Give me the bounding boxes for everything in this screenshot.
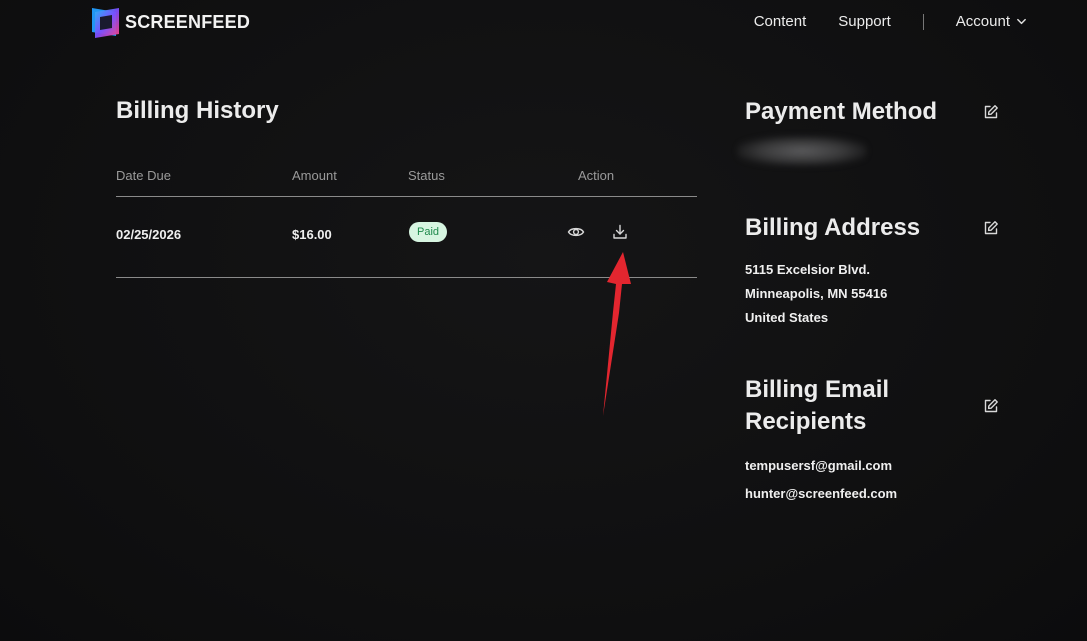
payment-method-section: Payment Method xyxy=(737,96,1005,166)
billing-history-title: Billing History xyxy=(116,97,279,124)
row-amount: $16.00 xyxy=(292,227,332,242)
address-line-1: 5115 Excelsior Blvd. xyxy=(745,262,871,277)
column-amount: Amount xyxy=(292,168,337,183)
billing-history-section: Billing History Date Due Amount Status A… xyxy=(116,96,697,278)
billing-email-title: Billing Email Recipients xyxy=(745,376,890,435)
nav-divider xyxy=(922,13,924,30)
edit-icon xyxy=(984,105,998,119)
account-menu[interactable]: Account xyxy=(956,13,1027,30)
edit-billing-email-button[interactable] xyxy=(983,398,999,414)
screenfeed-logo[interactable]: SCREENFEED xyxy=(92,6,250,39)
row-date-due: 02/25/2026 xyxy=(116,227,182,242)
billing-page: SCREENFEED Content Support Account Billi… xyxy=(0,0,1087,641)
download-icon xyxy=(613,224,627,239)
address-line-2: Minneapolis, MN 55416 xyxy=(745,286,888,301)
download-invoice-button[interactable] xyxy=(611,223,629,241)
nav-content-link[interactable]: Content xyxy=(754,13,807,30)
billing-address-section: Billing Address 5115 Excelsior Blvd. Min… xyxy=(745,212,1005,330)
billing-email-item: tempusersf@gmail.com xyxy=(745,458,893,473)
brand-name: SCREENFEED xyxy=(125,12,251,32)
address-line-3: United States xyxy=(745,310,829,325)
top-nav: Content Support Account xyxy=(754,13,1027,30)
column-status: Status xyxy=(408,168,445,183)
edit-billing-address-button[interactable] xyxy=(983,220,999,236)
screenfeed-logo-icon xyxy=(92,8,119,38)
table-header: Date Due Amount Status Action xyxy=(116,164,697,197)
table-row: 02/25/2026 $16.00 Paid xyxy=(116,197,697,278)
payment-method-title: Payment Method xyxy=(745,98,938,125)
edit-icon xyxy=(984,221,998,235)
billing-email-section: Billing Email Recipients tempusersf@gmai… xyxy=(745,374,1005,508)
account-label: Account xyxy=(955,13,1010,30)
eye-icon xyxy=(567,227,585,237)
nav-support-link[interactable]: Support xyxy=(838,13,891,30)
column-action: Action xyxy=(578,168,615,183)
billing-email-list: tempusersf@gmail.com hunter@screenfeed.c… xyxy=(745,452,1005,508)
edit-icon xyxy=(984,399,998,413)
billing-address-title: Billing Address xyxy=(745,214,921,241)
chevron-down-icon xyxy=(1017,18,1026,25)
edit-payment-method-button[interactable] xyxy=(983,104,999,120)
status-badge: Paid xyxy=(409,222,448,242)
column-date-due: Date Due xyxy=(116,168,171,183)
billing-address-text: 5115 Excelsior Blvd. Minneapolis, MN 554… xyxy=(745,258,1005,330)
redacted-card-info xyxy=(737,136,867,166)
billing-email-item: hunter@screenfeed.com xyxy=(745,486,898,501)
view-invoice-button[interactable] xyxy=(567,223,585,241)
